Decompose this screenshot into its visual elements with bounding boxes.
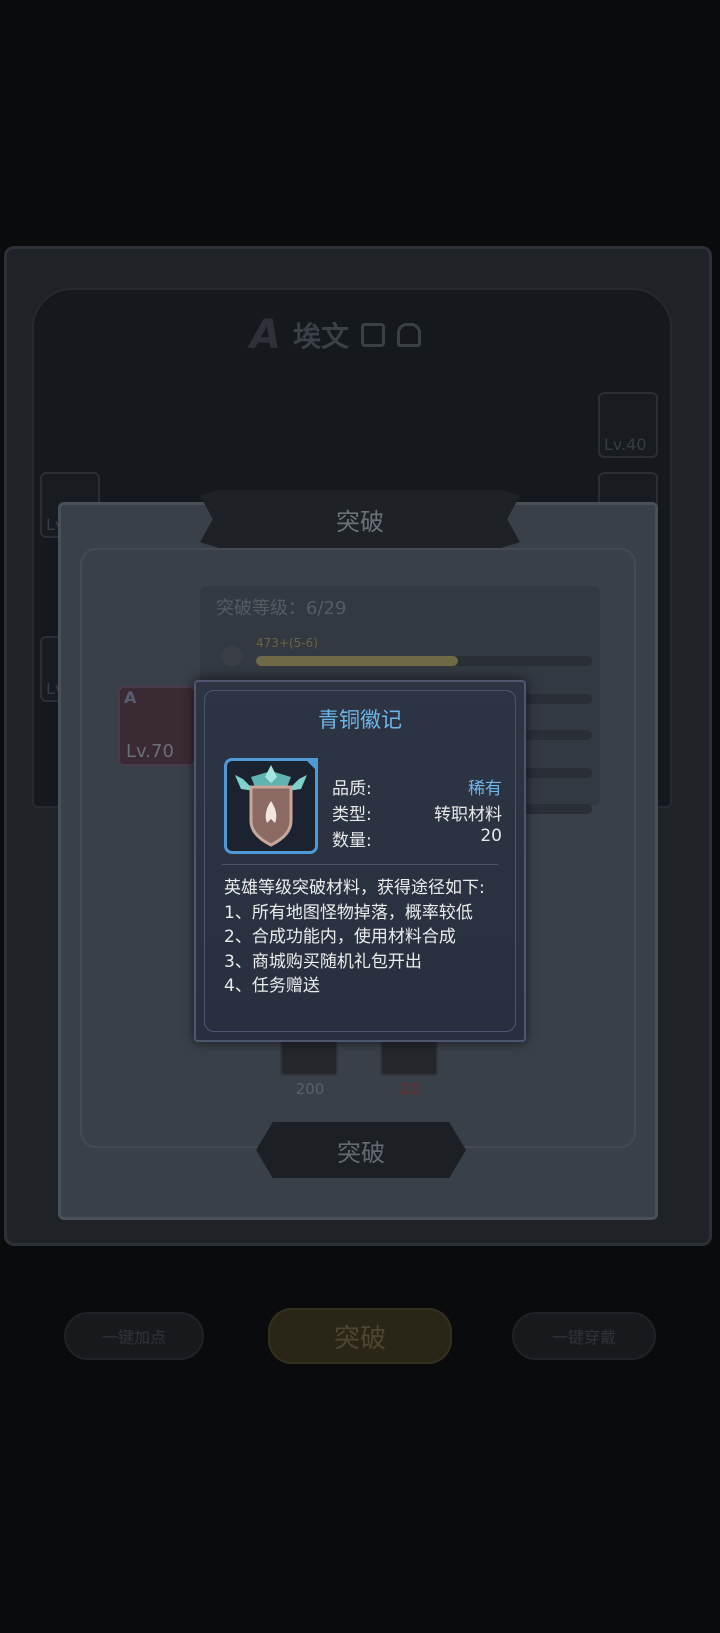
material-count: 20 bbox=[400, 1080, 420, 1098]
breakthrough-level: 突破等级：6/29 bbox=[216, 598, 347, 619]
description-line: 1、所有地图怪物掉落，概率较低 bbox=[224, 902, 473, 923]
breakthrough-dialog-title: 突破 bbox=[200, 490, 520, 548]
hero-grade-badge: A bbox=[250, 312, 281, 358]
hero-name: 埃文 bbox=[292, 320, 349, 353]
quality-label: 品质: bbox=[332, 779, 372, 799]
item-tooltip: 青铜徽记 品质: 稀有 类型: 转职材料 数量: 20 英雄等级突破材料，获得途… bbox=[194, 680, 526, 1042]
lock-icon[interactable] bbox=[396, 323, 421, 347]
type-row: 类型: 转职材料 bbox=[332, 800, 502, 825]
breakthrough-tab-label: 突破 bbox=[333, 1323, 386, 1354]
confirm-label: 突破 bbox=[337, 1138, 385, 1167]
auto-upgrade-label: 一键加点 bbox=[101, 1328, 166, 1347]
auto-equip-button[interactable]: 一键穿戴 bbox=[512, 1312, 656, 1360]
auto-upgrade-button[interactable]: 一键加点 bbox=[64, 1312, 204, 1360]
hero-grade-badge: A bbox=[124, 688, 137, 707]
rename-icon[interactable] bbox=[360, 323, 385, 347]
hero-name-header: A 埃文 bbox=[250, 305, 480, 365]
type-label: 类型: bbox=[332, 805, 372, 825]
bronze-badge-icon bbox=[235, 765, 307, 847]
item-description: 英雄等级突破材料，获得途径如下: 1、所有地图怪物掉落，概率较低 2、合成功能内… bbox=[224, 876, 500, 999]
item-name: 青铜徽记 bbox=[318, 708, 402, 732]
stat-progress-bar bbox=[256, 656, 592, 666]
stat-bar-label: 473+(5-6) bbox=[256, 636, 318, 650]
material-count: 200 bbox=[295, 1080, 325, 1098]
slot-level: Lv.40 bbox=[604, 435, 647, 454]
dialog-title-text: 突破 bbox=[336, 507, 384, 536]
breakthrough-confirm-button[interactable]: 突破 bbox=[256, 1122, 466, 1178]
description-line: 3、商城购买随机礼包开出 bbox=[224, 951, 422, 972]
quantity-label: 数量: bbox=[332, 831, 372, 851]
quality-value: 稀有 bbox=[468, 779, 502, 799]
type-value: 转职材料 bbox=[434, 805, 502, 825]
quality-row: 品质: 稀有 bbox=[332, 774, 502, 799]
auto-equip-label: 一键穿戴 bbox=[551, 1328, 616, 1347]
description-line: 4、任务赠送 bbox=[224, 976, 320, 996]
equipment-slot[interactable]: Lv.40 bbox=[598, 392, 658, 458]
quantity-row: 数量: 20 bbox=[332, 826, 502, 851]
quantity-value: 20 bbox=[480, 826, 502, 846]
stat-progress-fill bbox=[256, 656, 458, 666]
stat-icon bbox=[222, 646, 242, 666]
description-line: 英雄等级突破材料，获得途径如下: bbox=[224, 878, 485, 898]
tooltip-divider bbox=[222, 864, 498, 865]
hero-level: Lv.70 bbox=[126, 741, 174, 762]
description-line: 2、合成功能内，使用材料合成 bbox=[224, 927, 456, 947]
hero-portrait-card: A Lv.70 bbox=[118, 686, 196, 766]
item-icon-frame bbox=[224, 758, 318, 854]
breakthrough-tab-button[interactable]: 突破 bbox=[268, 1308, 452, 1364]
